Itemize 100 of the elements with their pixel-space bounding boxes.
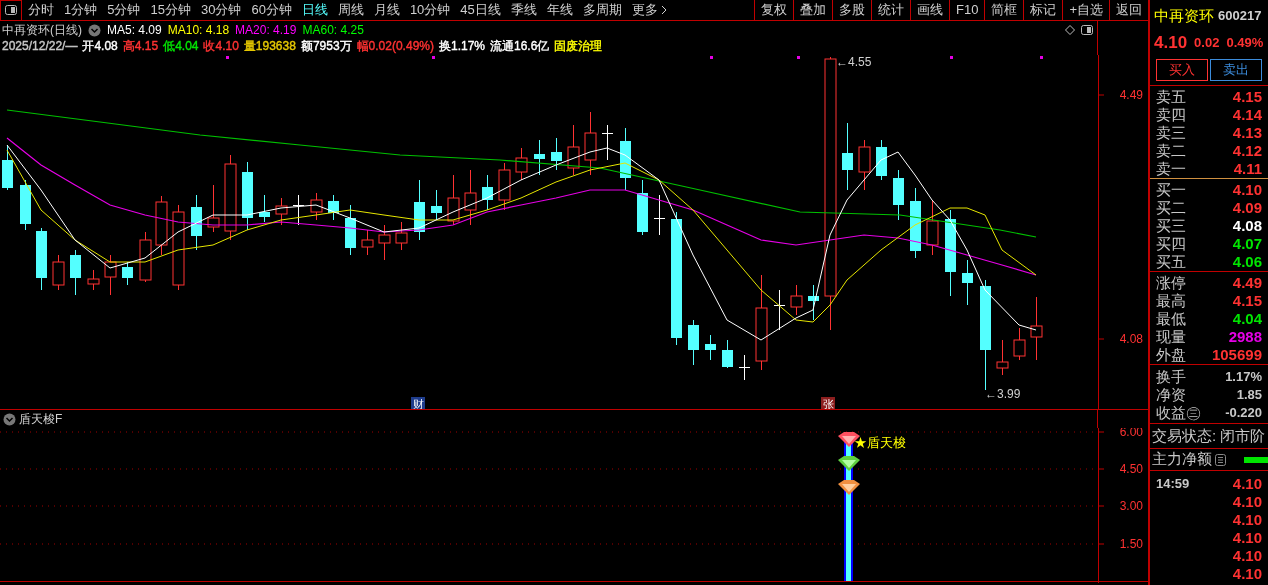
toolbar-button[interactable]: 返回: [1109, 0, 1148, 20]
order-label: 买二: [1156, 199, 1186, 215]
toolbar-button[interactable]: 画线: [910, 0, 949, 20]
period-tab[interactable]: 30分钟: [200, 0, 242, 20]
finance-label: 净资: [1156, 386, 1186, 402]
main-flow-label: 主力净额: [1152, 449, 1212, 470]
quote-value: 额7953万: [300, 38, 352, 54]
tick-price: 4.10: [1232, 565, 1262, 581]
price-change: 0.02: [1194, 34, 1220, 53]
period-tab[interactable]: 周线: [337, 0, 364, 20]
panel-toggle-icon: [5, 5, 17, 15]
diamond-icon[interactable]: [1065, 25, 1075, 35]
toolbar-button[interactable]: F10: [949, 0, 985, 20]
tick-price: 4.10: [1232, 493, 1262, 509]
period-tab[interactable]: 45日线: [460, 0, 501, 20]
moving-average-label: MA10: 4.18: [167, 22, 230, 38]
axis-tick-label: 4.49: [1119, 88, 1143, 102]
toolbar-button[interactable]: 标记: [1023, 0, 1063, 20]
order-label: 卖三: [1156, 124, 1186, 140]
period-tab[interactable]: 日线: [301, 0, 328, 20]
toolbar-button[interactable]: 叠加: [793, 0, 832, 20]
stat-value: 105699: [1211, 346, 1262, 362]
order-price: 4.12: [1232, 142, 1262, 158]
order-price: 4.07: [1232, 235, 1262, 251]
panel-toggle-button[interactable]: [0, 0, 22, 21]
moving-average-label: MA60: 4.25: [302, 22, 364, 38]
period-tab[interactable]: 10分钟: [409, 0, 451, 20]
period-tab[interactable]: 年线: [546, 0, 573, 20]
stat-value: 4.04: [1232, 310, 1262, 326]
chevron-down-icon[interactable]: [88, 23, 101, 37]
toolbar-button[interactable]: 复权: [754, 0, 793, 20]
order-label: 卖五: [1156, 88, 1186, 104]
toolbar-button[interactable]: 多股: [832, 0, 871, 20]
order-price: 4.13: [1232, 124, 1262, 140]
stat-label: 最高: [1156, 292, 1186, 308]
period-tab[interactable]: 分时: [28, 0, 54, 20]
order-label: 买四: [1156, 235, 1186, 251]
period-tab[interactable]: 60分钟: [251, 0, 292, 20]
tick-price: 4.10: [1232, 511, 1262, 527]
moving-average-label: MA5: 4.09: [107, 22, 162, 38]
quote-value: 低4.04: [163, 38, 199, 54]
quote-value: 收4.10: [203, 38, 239, 54]
chevron-right-icon: [660, 5, 667, 15]
event-marker[interactable]: 张: [821, 397, 835, 409]
finance-label: 收益㊂: [1156, 404, 1201, 420]
panel-toggle-icon[interactable]: [1081, 25, 1093, 35]
order-price: 4.10: [1232, 181, 1262, 197]
sell-button[interactable]: 卖出: [1210, 58, 1262, 81]
period-tab[interactable]: 更多: [631, 0, 667, 20]
trading-status: 交易状态: 闭市阶: [1152, 425, 1266, 446]
stock-code: 600217: [1218, 7, 1262, 26]
current-price: 4.10: [1154, 32, 1188, 55]
order-label: 卖二: [1156, 142, 1186, 158]
buy-button[interactable]: 买入: [1156, 58, 1208, 81]
stat-value: 4.15: [1232, 292, 1262, 308]
tick-price: 4.10: [1232, 529, 1262, 545]
toolbar-button[interactable]: 简框: [984, 0, 1024, 20]
tick-time: 14:59: [1156, 476, 1190, 490]
finance-value: -0.220: [1225, 405, 1262, 419]
chevron-down-icon[interactable]: [3, 412, 16, 426]
chart-title: 中再资环(日线): [2, 22, 82, 38]
quote-value: 量193638: [243, 38, 296, 54]
axis-tick-label: 4.50: [1119, 462, 1143, 476]
toolbar-button[interactable]: 统计: [871, 0, 910, 20]
order-price: 4.08: [1232, 217, 1262, 233]
toolbar-button[interactable]: +自选: [1062, 0, 1109, 20]
order-label: 卖一: [1156, 160, 1186, 176]
high-price-label: ←4.55: [836, 55, 872, 69]
signal-label: ★盾天梭: [854, 435, 906, 450]
quote-value: 开4.08: [82, 38, 118, 54]
tick-price: 4.10: [1232, 547, 1262, 563]
main-flow-bar: [1244, 456, 1268, 463]
order-price: 4.09: [1232, 199, 1262, 215]
list-icon[interactable]: [1215, 453, 1226, 466]
quote-value: 幅0.02(0.49%): [356, 38, 434, 54]
finance-value: 1.85: [1236, 387, 1262, 401]
moving-average-label: MA20: 4.19: [235, 22, 297, 38]
order-price: 4.15: [1232, 88, 1262, 104]
order-label: 买三: [1156, 217, 1186, 233]
period-tab[interactable]: 15分钟: [150, 0, 191, 20]
stock-name: 中再资环: [1154, 5, 1214, 26]
event-marker[interactable]: 财: [411, 397, 425, 409]
period-tab[interactable]: 多周期: [582, 0, 622, 20]
period-tab[interactable]: 1分钟: [64, 0, 98, 20]
order-label: 买五: [1156, 253, 1186, 269]
finance-label: 换手: [1156, 368, 1186, 384]
axis-tick-label: 6.00: [1119, 428, 1143, 439]
quote-value: 固废治理: [554, 38, 603, 54]
order-price: 4.11: [1233, 160, 1262, 176]
axis-tick-label: 4.08: [1119, 332, 1143, 346]
quote-value: 2025/12/22/—: [2, 38, 78, 54]
stat-label: 现量: [1156, 328, 1186, 344]
period-tab[interactable]: 月线: [373, 0, 400, 20]
quote-value: 换1.17%: [438, 38, 485, 54]
order-label: 卖四: [1156, 106, 1186, 122]
stat-label: 外盘: [1156, 346, 1186, 362]
order-label: 买一: [1156, 181, 1186, 197]
finance-value: 1.17%: [1225, 369, 1262, 383]
period-tab[interactable]: 季线: [510, 0, 537, 20]
period-tab[interactable]: 5分钟: [107, 0, 141, 20]
